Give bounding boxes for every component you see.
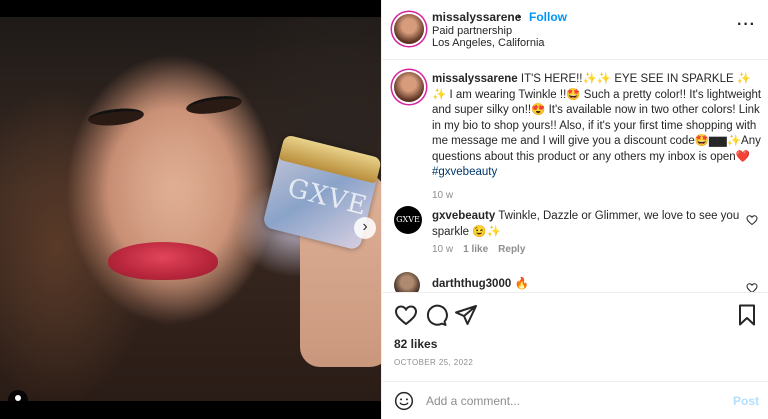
- more-options-icon[interactable]: ···: [737, 16, 756, 34]
- photo-lips: [108, 242, 218, 280]
- caption-body: IT'S HERE!!✨✨ EYE SEE IN SPARKLE ✨ ✨ I a…: [432, 73, 762, 163]
- product-jar-label: GXVE: [284, 173, 371, 222]
- comment-body: 🔥: [511, 278, 529, 290]
- caption-text: missalyssarene IT'S HERE!!✨✨ EYE SEE IN …: [432, 72, 762, 181]
- share-icon[interactable]: [454, 303, 478, 327]
- comment-text: darththug3000 🔥: [432, 276, 742, 292]
- caption-time: 10 w: [432, 190, 454, 201]
- post-date: OCTOBER 25, 2022: [394, 358, 474, 367]
- comment-text: gxvebeauty Twinkle, Dazzle or Glimmer, w…: [432, 208, 742, 240]
- add-comment-bar: Post: [382, 381, 768, 419]
- caption-hashtag[interactable]: #gxvebeauty: [432, 166, 497, 178]
- comment-avatar[interactable]: [394, 272, 420, 292]
- author-username[interactable]: missalyssarene: [432, 10, 521, 24]
- location-link[interactable]: Los Angeles, California: [432, 37, 545, 49]
- comment-avatar[interactable]: GXVE: [394, 206, 422, 234]
- reply-button[interactable]: Reply: [498, 244, 525, 255]
- comment-username[interactable]: darththug3000: [432, 278, 511, 290]
- likes-count[interactable]: 82 likes: [394, 337, 437, 351]
- paid-partnership-label[interactable]: Paid partnership: [432, 25, 512, 37]
- comment-avatar-logo: GXVE: [396, 215, 420, 224]
- comment-likes[interactable]: 1 like: [463, 244, 488, 255]
- post-header: missalyssarene • Follow Paid partnership…: [382, 0, 768, 60]
- follow-button[interactable]: Follow: [529, 10, 567, 24]
- post-actions: 82 likes OCTOBER 25, 2022: [382, 292, 768, 378]
- comment-like-heart-icon[interactable]: [746, 282, 758, 292]
- caption-avatar[interactable]: [394, 72, 424, 102]
- comment-meta: 10 w 1 like Reply: [432, 244, 525, 255]
- comment-like-heart-icon[interactable]: [746, 214, 758, 226]
- next-arrow-icon[interactable]: ›: [354, 217, 376, 239]
- post-side-panel: missalyssarene • Follow Paid partnership…: [381, 0, 768, 419]
- header-separator: •: [517, 10, 522, 24]
- author-avatar[interactable]: [394, 14, 424, 44]
- comment-time: 10 w: [432, 244, 454, 255]
- comments-list[interactable]: missalyssarene IT'S HERE!!✨✨ EYE SEE IN …: [382, 60, 768, 292]
- post-media[interactable]: GXVE ›: [0, 17, 381, 401]
- bookmark-icon[interactable]: [735, 303, 759, 327]
- instagram-post-view: GXVE › missalyssarene • Follow Paid part…: [0, 0, 768, 419]
- heart-icon[interactable]: [394, 303, 418, 327]
- comment-icon[interactable]: [424, 303, 448, 327]
- comment-username[interactable]: gxvebeauty: [432, 210, 495, 222]
- caption-username[interactable]: missalyssarene: [432, 73, 518, 85]
- emoji-icon[interactable]: [394, 391, 414, 411]
- add-comment-input[interactable]: [426, 390, 706, 412]
- tag-user-icon[interactable]: [8, 390, 28, 401]
- post-comment-button[interactable]: Post: [733, 394, 759, 408]
